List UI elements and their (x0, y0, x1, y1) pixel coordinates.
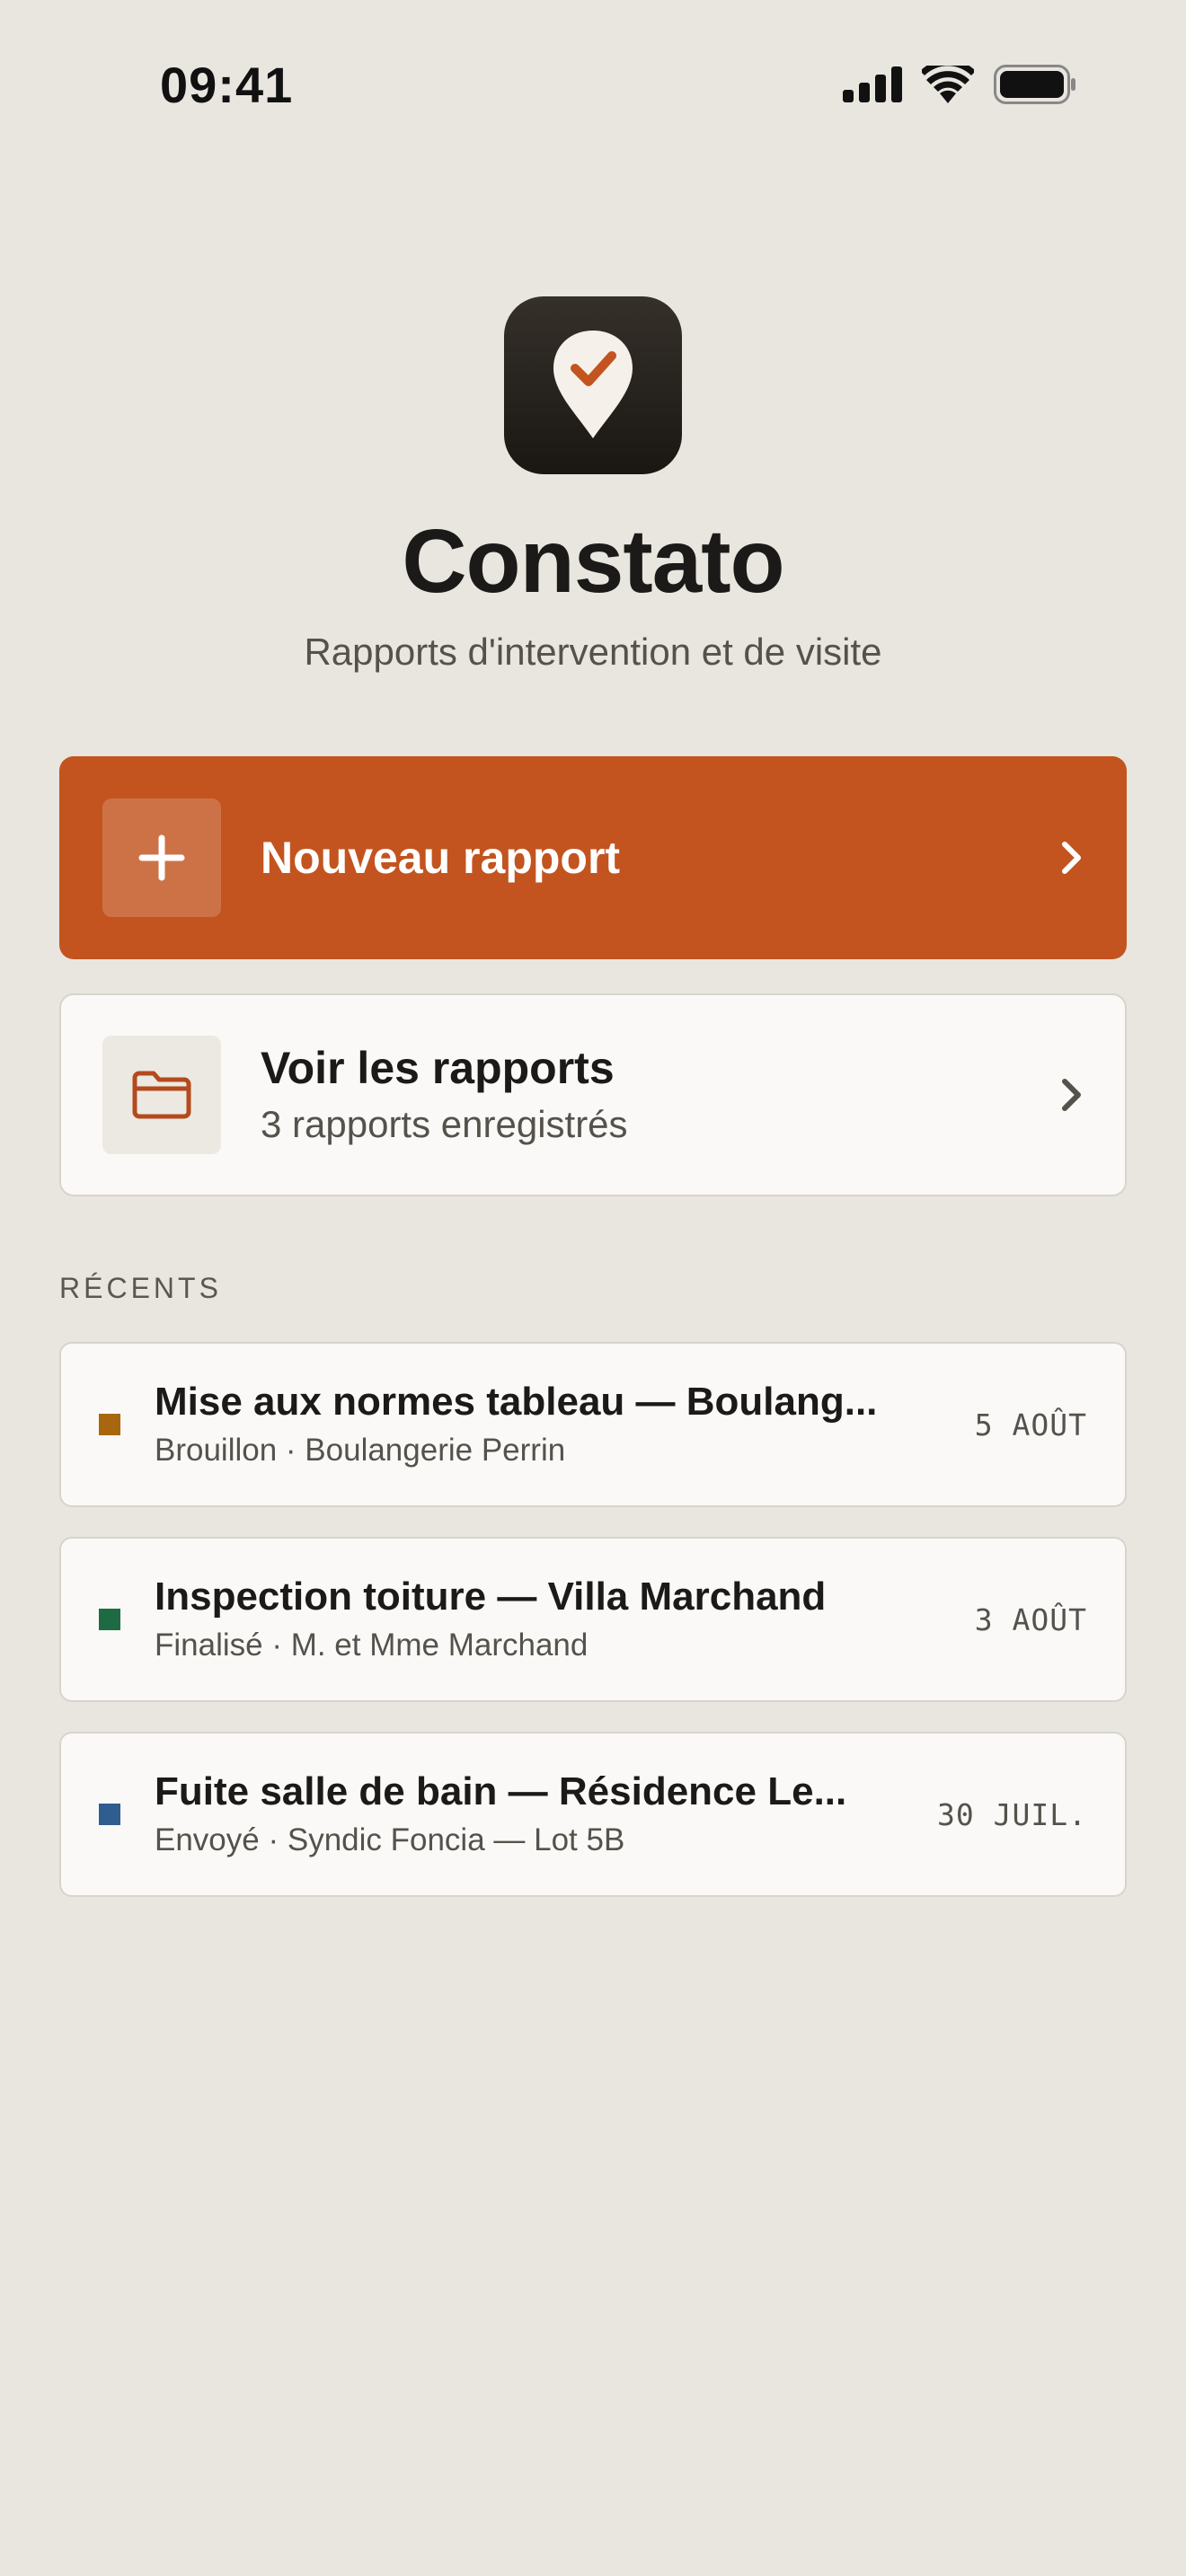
recent-report-meta: Brouillon · Boulangerie Perrin (155, 1433, 566, 1468)
chevron-right-icon (1062, 842, 1081, 874)
new-report-button[interactable]: Nouveau rapport (59, 756, 1127, 959)
recent-report-title: Inspection toiture — Villa Marchand (155, 1575, 827, 1619)
app-title: Constato (402, 511, 784, 612)
status-indicator (99, 1804, 120, 1825)
recent-report-date: 30 JUIL. (937, 1796, 1087, 1832)
reports-count: 3 rapports enregistrés (261, 1103, 628, 1145)
recent-report-date: 3 AOÛT (974, 1601, 1087, 1637)
status-bar: 09:41 (0, 0, 1186, 171)
view-reports-button[interactable]: Voir les rapports 3 rapports enregistrés (59, 993, 1127, 1196)
recent-report-text: Inspection toiture — Villa Marchand Fina… (155, 1573, 948, 1666)
folder-icon (132, 1071, 191, 1119)
status-indicator (99, 1609, 120, 1630)
view-reports-label: Voir les rapports (261, 1043, 615, 1093)
recent-report-item[interactable]: Mise aux normes tableau — Boulang... Bro… (59, 1342, 1127, 1507)
battery-icon (994, 65, 1075, 104)
recent-report-item[interactable]: Inspection toiture — Villa Marchand Fina… (59, 1537, 1127, 1702)
recent-report-meta: Envoyé · Syndic Foncia — Lot 5B (155, 1822, 625, 1857)
map-pin-check-icon (553, 331, 633, 438)
new-report-label: Nouveau rapport (261, 833, 621, 883)
recent-report-date: 5 AOÛT (974, 1407, 1087, 1442)
recents-list: Mise aux normes tableau — Boulang... Bro… (59, 1342, 1127, 1927)
app-subtitle: Rapports d'intervention et de visite (304, 631, 882, 673)
recent-report-text: Fuite salle de bain — Résidence Le... En… (155, 1768, 910, 1861)
wifi-icon (922, 66, 974, 103)
new-report-icon-box (102, 798, 221, 917)
cellular-signal-icon (843, 66, 902, 102)
chevron-right-icon (1062, 1079, 1081, 1111)
recent-report-item[interactable]: Fuite salle de bain — Résidence Le... En… (59, 1732, 1127, 1897)
plus-icon (138, 834, 185, 881)
recent-report-title: Fuite salle de bain — Résidence Le... (155, 1769, 847, 1813)
recent-report-text: Mise aux normes tableau — Boulang... Bro… (155, 1378, 948, 1471)
view-reports-text: Voir les rapports 3 rapports enregistrés (261, 1040, 1058, 1150)
recent-report-title: Mise aux normes tableau — Boulang... (155, 1380, 878, 1424)
status-time: 09:41 (160, 57, 294, 113)
recents-section-label: RÉCENTS (59, 1272, 222, 1304)
app-logo (504, 296, 682, 474)
status-indicator (99, 1414, 120, 1435)
recent-report-meta: Finalisé · M. et Mme Marchand (155, 1628, 589, 1663)
status-icons (843, 65, 1076, 104)
view-reports-icon-box (102, 1036, 221, 1154)
